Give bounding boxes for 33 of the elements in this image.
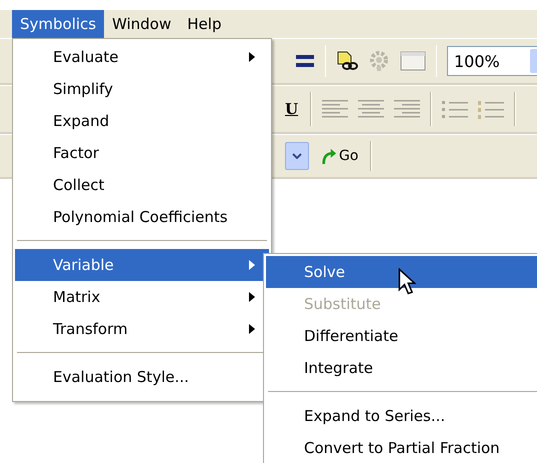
cursor-icon: [398, 268, 416, 296]
gear-icon[interactable]: [368, 50, 390, 72]
menu-item[interactable]: Expand: [15, 105, 269, 137]
menu-item[interactable]: Factor: [15, 137, 269, 169]
document-link-icon[interactable]: [336, 50, 358, 72]
menu-item[interactable]: Collect: [15, 169, 269, 201]
go-button[interactable]: Go: [319, 147, 360, 165]
underline-button[interactable]: U: [283, 100, 300, 118]
menu-item[interactable]: Integrate: [266, 352, 537, 384]
numbered-list-icon[interactable]: [478, 99, 504, 119]
equals-icon[interactable]: [295, 54, 315, 68]
menu-item[interactable]: Convert to Partial Fraction: [266, 432, 537, 463]
chevron-down-icon: [292, 153, 302, 159]
menu-item[interactable]: Expand to Series...: [266, 400, 537, 432]
menu-item[interactable]: Variable: [15, 249, 269, 281]
curved-arrow-icon: [321, 147, 337, 165]
align-icon[interactable]: [394, 100, 420, 118]
menu-item[interactable]: Differentiate: [266, 320, 537, 352]
align-icon[interactable]: [322, 100, 348, 118]
zoom-dropdown[interactable]: 100%: [447, 46, 537, 76]
align-icon[interactable]: [358, 100, 384, 118]
menu-item[interactable]: Polynomial Coefficients: [15, 201, 269, 233]
menu-item[interactable]: Evaluate: [15, 41, 269, 73]
menu-item[interactable]: Transform: [15, 313, 269, 345]
menu-bar-item[interactable]: Symbolics: [12, 10, 104, 38]
window-icon[interactable]: [400, 50, 426, 72]
menu-item[interactable]: Simplify: [15, 73, 269, 105]
menu-bar-item[interactable]: Window: [104, 10, 180, 38]
dropdown-button[interactable]: [285, 142, 309, 170]
menu-bar-item[interactable]: Help: [179, 10, 230, 38]
menu-item[interactable]: Matrix: [15, 281, 269, 313]
menu-item[interactable]: Solve: [266, 256, 537, 288]
bulleted-list-icon[interactable]: [442, 99, 468, 119]
